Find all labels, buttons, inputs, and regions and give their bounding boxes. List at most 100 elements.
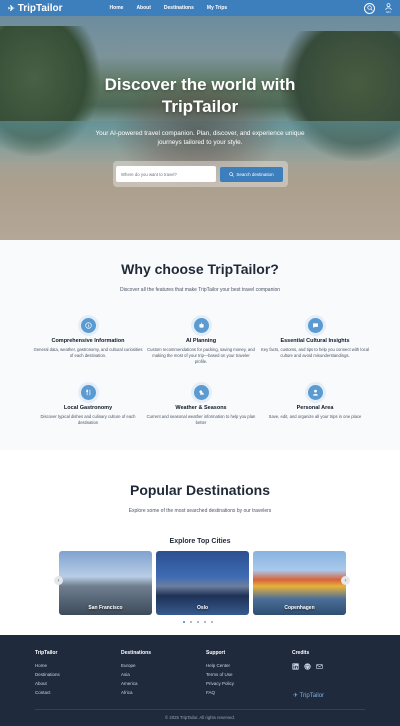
feature-title: Essential Cultural Insights (280, 338, 350, 344)
footer-link[interactable]: Africa (121, 690, 151, 695)
city-card-label: Oslo (196, 605, 209, 611)
footer-column: Destinations Europe Asia America Africa (121, 650, 151, 699)
feature-card: Weather & Seasons Current and seasonal w… (146, 385, 256, 426)
footer-link[interactable]: Europe (121, 663, 151, 668)
city-card-label: Copenhagen (284, 605, 315, 611)
section-subtitle: Explore some of the most searched destin… (128, 508, 272, 514)
brand-logo[interactable]: ✈ TripTailor (8, 3, 63, 14)
footer-column-title: Support (206, 650, 226, 656)
section-subtitle: Discover all the features that make Trip… (119, 287, 281, 293)
feature-card: Local Gastronomy Discover typical dishes… (33, 385, 143, 426)
food-icon (80, 385, 96, 400)
footer-brand-name: TripTailor (299, 693, 325, 699)
hero-title-line: Discover the world with (104, 75, 296, 94)
city-card-label: San Francisco (88, 605, 123, 611)
search-icon (366, 5, 373, 11)
plane-icon: ✈ (293, 693, 300, 699)
carousel-dot[interactable] (204, 621, 206, 623)
carousel-dot[interactable] (183, 621, 185, 623)
feature-card: Personal Area Save, edit, and organize a… (260, 385, 370, 420)
section-title: Popular Destinations (129, 482, 271, 498)
robot-icon (193, 318, 209, 333)
footer-column: Support Help Center Terms of Use Privacy… (206, 650, 234, 699)
hero-title-line: TripTailor (161, 97, 239, 116)
nav-link-home[interactable]: Home (110, 5, 124, 11)
nav-search-button[interactable] (364, 2, 375, 14)
city-card-oslo[interactable]: Oslo (156, 551, 249, 615)
footer-link[interactable]: Contact (35, 690, 60, 695)
carousel-dots (183, 621, 213, 623)
why-section: Why choose TripTailor? Discover all the … (0, 240, 400, 450)
linkedin-icon[interactable] (292, 663, 299, 670)
carousel-title: Explore Top Cities (169, 538, 231, 545)
copyright-text: © 2025 TripTailor. All rights reserved. (164, 715, 236, 720)
footer-link[interactable]: Terms of Use (206, 672, 234, 677)
footer-link[interactable]: FAQ (206, 690, 234, 695)
carousel-prev-button[interactable]: ‹ (54, 576, 63, 585)
footer-column-credits: Credits (292, 650, 323, 670)
city-card-san-francisco[interactable]: San Francisco (59, 551, 152, 615)
footer-column-title: Credits (292, 650, 310, 656)
footer-column: TripTailor Home Destinations About Conta… (35, 650, 60, 699)
top-navbar: ✈ TripTailor Home About Destinations My … (0, 0, 400, 16)
hero-section: Discover the world with TripTailor Your … (0, 16, 400, 240)
mail-icon[interactable] (316, 663, 323, 670)
feature-card: Comprehensive Information General data, … (33, 318, 143, 359)
feature-description: Current and seasonal weather information… (146, 414, 256, 426)
user-icon (385, 2, 392, 10)
plane-icon: ✈ (8, 3, 15, 13)
search-destination-button[interactable]: Search destination (220, 166, 283, 182)
footer-divider (35, 709, 365, 710)
search-icon (229, 171, 235, 177)
chat-icon (307, 318, 323, 333)
feature-title: AI Planning (185, 338, 217, 344)
user-menu[interactable]: EN (385, 2, 392, 14)
github-icon[interactable] (304, 663, 311, 670)
footer-column-title: Destinations (121, 650, 152, 656)
person-icon (307, 385, 323, 400)
feature-description: Save, edit, and organize all your trips … (268, 414, 362, 419)
carousel-dot[interactable] (190, 621, 192, 623)
footer-column-title: TripTailor (35, 650, 58, 656)
city-carousel: San Francisco Oslo Copenhagen ‹ › (54, 551, 350, 615)
hero-subtitle: Your AI-powered travel companion. Plan, … (95, 130, 305, 146)
footer-link[interactable]: Help Center (206, 663, 234, 668)
feature-title: Weather & Seasons (175, 405, 227, 411)
nav-link-destinations[interactable]: Destinations (164, 5, 194, 11)
weather-icon (193, 385, 209, 400)
feature-description: Discover typical dishes and culinary cul… (40, 414, 136, 426)
info-icon (80, 318, 96, 333)
city-card-copenhagen[interactable]: Copenhagen (253, 551, 346, 615)
footer-brand-logo[interactable]: ✈ TripTailor (293, 692, 324, 699)
hero-title: Discover the world with TripTailor (0, 74, 400, 118)
feature-description: General data, weather, gastronomy, and c… (33, 347, 143, 359)
nav-link-my-trips[interactable]: My Trips (207, 5, 227, 11)
footer-link[interactable]: America (121, 681, 151, 686)
section-title: Why choose TripTailor? (121, 261, 279, 277)
footer-link[interactable]: Asia (121, 672, 151, 677)
chevron-left-icon: ‹ (57, 577, 60, 584)
chevron-right-icon: › (344, 577, 347, 584)
feature-title: Comprehensive Information (51, 338, 125, 344)
carousel-next-button[interactable]: › (341, 576, 350, 585)
carousel-dot[interactable] (197, 621, 199, 623)
footer-link[interactable]: Privacy Policy (206, 681, 234, 686)
footer-link[interactable]: Home (35, 663, 60, 668)
footer-link[interactable]: Destinations (35, 672, 60, 677)
popular-destinations-section: Popular Destinations Explore some of the… (0, 460, 400, 635)
feature-card: Essential Cultural Insights Key facts, c… (260, 318, 370, 359)
site-footer: TripTailor Home Destinations About Conta… (0, 635, 400, 726)
feature-description: Custom recommendations for packing, savi… (147, 347, 255, 365)
brand-name: TripTailor (17, 2, 63, 14)
search-button-label: Search destination (236, 171, 274, 177)
user-label: EN (386, 9, 391, 14)
feature-card: AI Planning Custom recommendations for p… (146, 318, 256, 366)
destination-search-input[interactable]: Where do you want to travel? (116, 166, 216, 182)
nav-link-about[interactable]: About (136, 5, 150, 11)
footer-link[interactable]: About (35, 681, 60, 686)
hero-search-bar: Where do you want to travel? Search dest… (113, 161, 288, 187)
carousel-dot[interactable] (211, 621, 213, 623)
feature-title: Local Gastronomy (63, 405, 113, 411)
hero-overlay (0, 16, 400, 240)
feature-description: Key facts, customs, and tips to help you… (261, 347, 369, 359)
